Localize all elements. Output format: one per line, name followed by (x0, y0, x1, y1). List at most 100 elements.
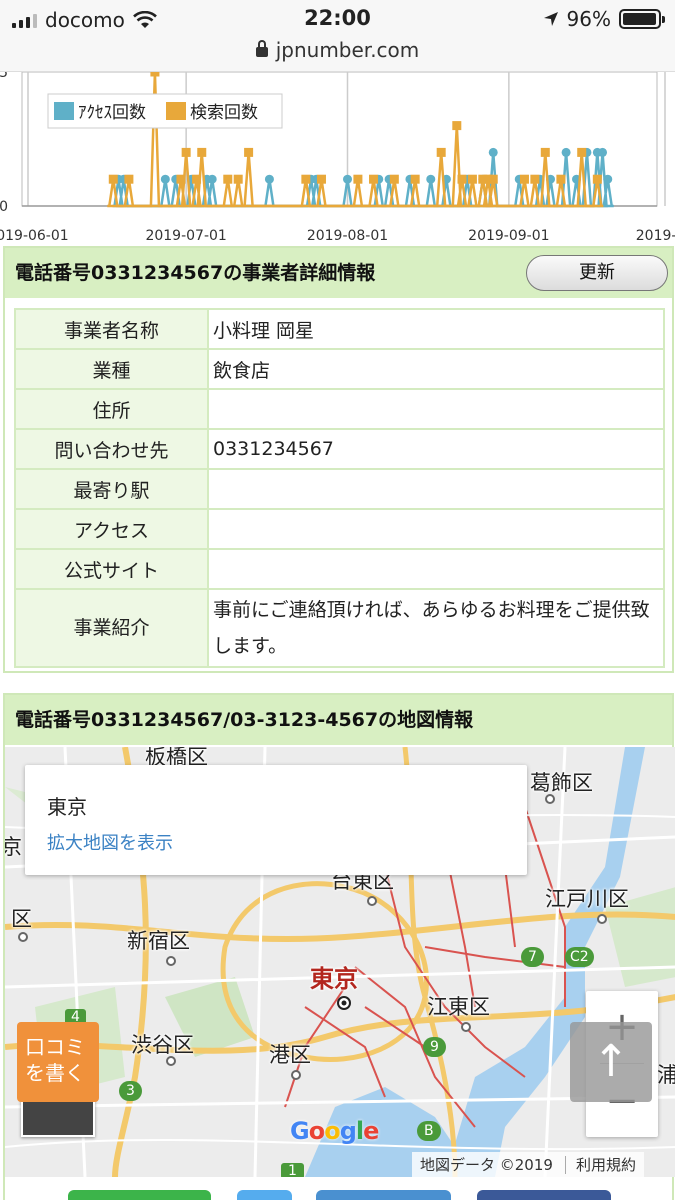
share-button-line[interactable] (68, 1190, 211, 1200)
detail-value (207, 468, 665, 510)
scroll-top-button[interactable]: ↑ (570, 1022, 652, 1102)
refresh-button[interactable]: 更新 (526, 255, 668, 291)
data-point (124, 174, 134, 184)
detail-row: 住所 (14, 388, 665, 430)
google-logo-text: Google (290, 1117, 379, 1145)
route-badge-7: 7 (521, 947, 544, 967)
data-point (452, 121, 462, 131)
detail-row: 事業者名称 小料理 岡星 (14, 308, 665, 350)
legend-label-1: 検索回数 (190, 103, 258, 123)
data-point (436, 147, 446, 157)
detail-row: 事業紹介 事前にご連絡頂ければ、あらゆるお料理をご提供致します。 (14, 588, 665, 668)
map-panel-header: 電話番号0331234567/03-3123-4567の地図情報 (5, 695, 672, 745)
y-tick-label: 5 (0, 72, 8, 81)
detail-key: 問い合わせ先 (14, 428, 209, 470)
map-label-bunkyo: 京 (5, 835, 22, 859)
detail-key: 事業紹介 (14, 588, 209, 668)
route-badge-c2: C2 (565, 947, 594, 967)
map-label-minato: 港区 (269, 1043, 311, 1067)
legend-swatch-1 (166, 102, 186, 120)
data-point (530, 174, 540, 184)
write-review-label: 口コミを書く (25, 1035, 85, 1085)
enlarge-map-link[interactable]: 拡大地図を表示 (47, 829, 173, 855)
google-logo: Google (290, 1117, 379, 1145)
google-map[interactable]: 板橋区 葛飾区 京 台東区 江戸川区 新宿区 東京 江東区 渋谷区 港区 浦 区… (5, 747, 675, 1177)
data-point (577, 147, 587, 157)
data-point (233, 174, 243, 184)
detail-title: 電話番号0331234567の事業者詳細情報 (15, 262, 376, 284)
data-point (389, 174, 399, 184)
write-review-button[interactable]: 口コミを書く (17, 1022, 99, 1102)
data-point (603, 174, 613, 184)
data-point (150, 72, 160, 77)
detail-key: アクセス (14, 508, 209, 550)
share-button-3[interactable] (316, 1190, 451, 1200)
map-attribution: 地図データ ©2019 利用規約 (412, 1152, 644, 1178)
data-point (592, 174, 602, 184)
data-point (353, 174, 363, 184)
data-point (207, 174, 217, 184)
map-label-left-ward: 区 (11, 907, 32, 931)
data-point (192, 174, 202, 184)
battery-percent: 96% (566, 7, 611, 31)
data-point (108, 174, 118, 184)
access-chart-svg: 2019-06-01 2019-07-01 2019-08-01 2019-09-01… (0, 72, 675, 244)
map-label-katsushika: 葛飾区 (530, 771, 593, 795)
detail-value: 事前にご連絡頂ければ、あらゆるお料理をご提供致します。 (207, 588, 665, 668)
map-label-urayasu: 浦 (657, 1063, 675, 1087)
data-point (176, 174, 186, 184)
x-tick-label: 2019-08-01 (307, 228, 388, 244)
detail-value: 0331234567 (207, 428, 665, 470)
detail-row: アクセス (14, 508, 665, 550)
y-tick-label: 0 (0, 199, 8, 215)
detail-row: 問い合わせ先 0331234567 (14, 428, 665, 470)
map-label-shinjuku: 新宿区 (127, 929, 190, 953)
map-label-koto: 江東区 (427, 995, 490, 1019)
street-view-thumbnail[interactable] (21, 1097, 95, 1137)
detail-panel-header: 電話番号0331234567の事業者詳細情報 更新 (5, 248, 672, 298)
detail-value (207, 548, 665, 590)
location-arrow-icon (543, 12, 558, 26)
map-info-card: 東京 拡大地図を表示 (25, 765, 527, 875)
route-badge-1: 1 (281, 1163, 304, 1177)
data-point (426, 174, 436, 184)
detail-key: 公式サイト (14, 548, 209, 590)
route-badge-3: 3 (119, 1081, 142, 1101)
detail-value: 飲食店 (207, 348, 665, 390)
terms-link[interactable]: 利用規約 (564, 1156, 636, 1174)
x-tick-label: 2019-10 (636, 228, 675, 244)
data-point (197, 147, 207, 157)
arrow-up-icon: ↑ (592, 1036, 630, 1087)
detail-row: 公式サイト (14, 548, 665, 590)
lock-icon (255, 39, 268, 57)
map-label-tokyo: 東京 (310, 965, 358, 993)
battery-icon (619, 9, 665, 29)
map-label-shibuya: 渋谷区 (131, 1033, 194, 1057)
detail-panel: 電話番号0331234567の事業者詳細情報 更新 事業者名称 小料理 岡星 業種飲… (3, 246, 674, 673)
data-point (561, 147, 571, 157)
detail-key: 事業者名称 (14, 308, 209, 350)
url-text: jpnumber.com (275, 38, 420, 62)
legend-swatch-0 (54, 102, 74, 120)
route-badge-b: B (417, 1121, 441, 1141)
detail-key: 住所 (14, 388, 209, 430)
share-button-facebook[interactable] (477, 1190, 611, 1200)
map-title: 電話番号0331234567/03-3123-4567の地図情報 (15, 709, 474, 731)
address-bar[interactable]: jpnumber.com (0, 36, 675, 72)
data-point (343, 174, 352, 184)
data-point (598, 147, 608, 157)
data-point (540, 147, 550, 157)
x-tick-label: 2019-09-01 (468, 228, 549, 244)
detail-key: 最寄り駅 (14, 468, 209, 510)
data-point (519, 174, 529, 184)
detail-value (207, 508, 665, 550)
detail-key: 業種 (14, 348, 209, 390)
legend-label-0: ｱｸｾｽ回数 (78, 103, 146, 123)
data-point (160, 174, 170, 184)
route-badge-9: 9 (423, 1037, 446, 1057)
status-bar: docomo 22:00 96% (0, 0, 675, 40)
data-point (457, 174, 467, 184)
data-point (223, 174, 233, 184)
share-button-2[interactable] (237, 1190, 292, 1200)
map-data-credit: 地図データ ©2019 (420, 1156, 553, 1174)
